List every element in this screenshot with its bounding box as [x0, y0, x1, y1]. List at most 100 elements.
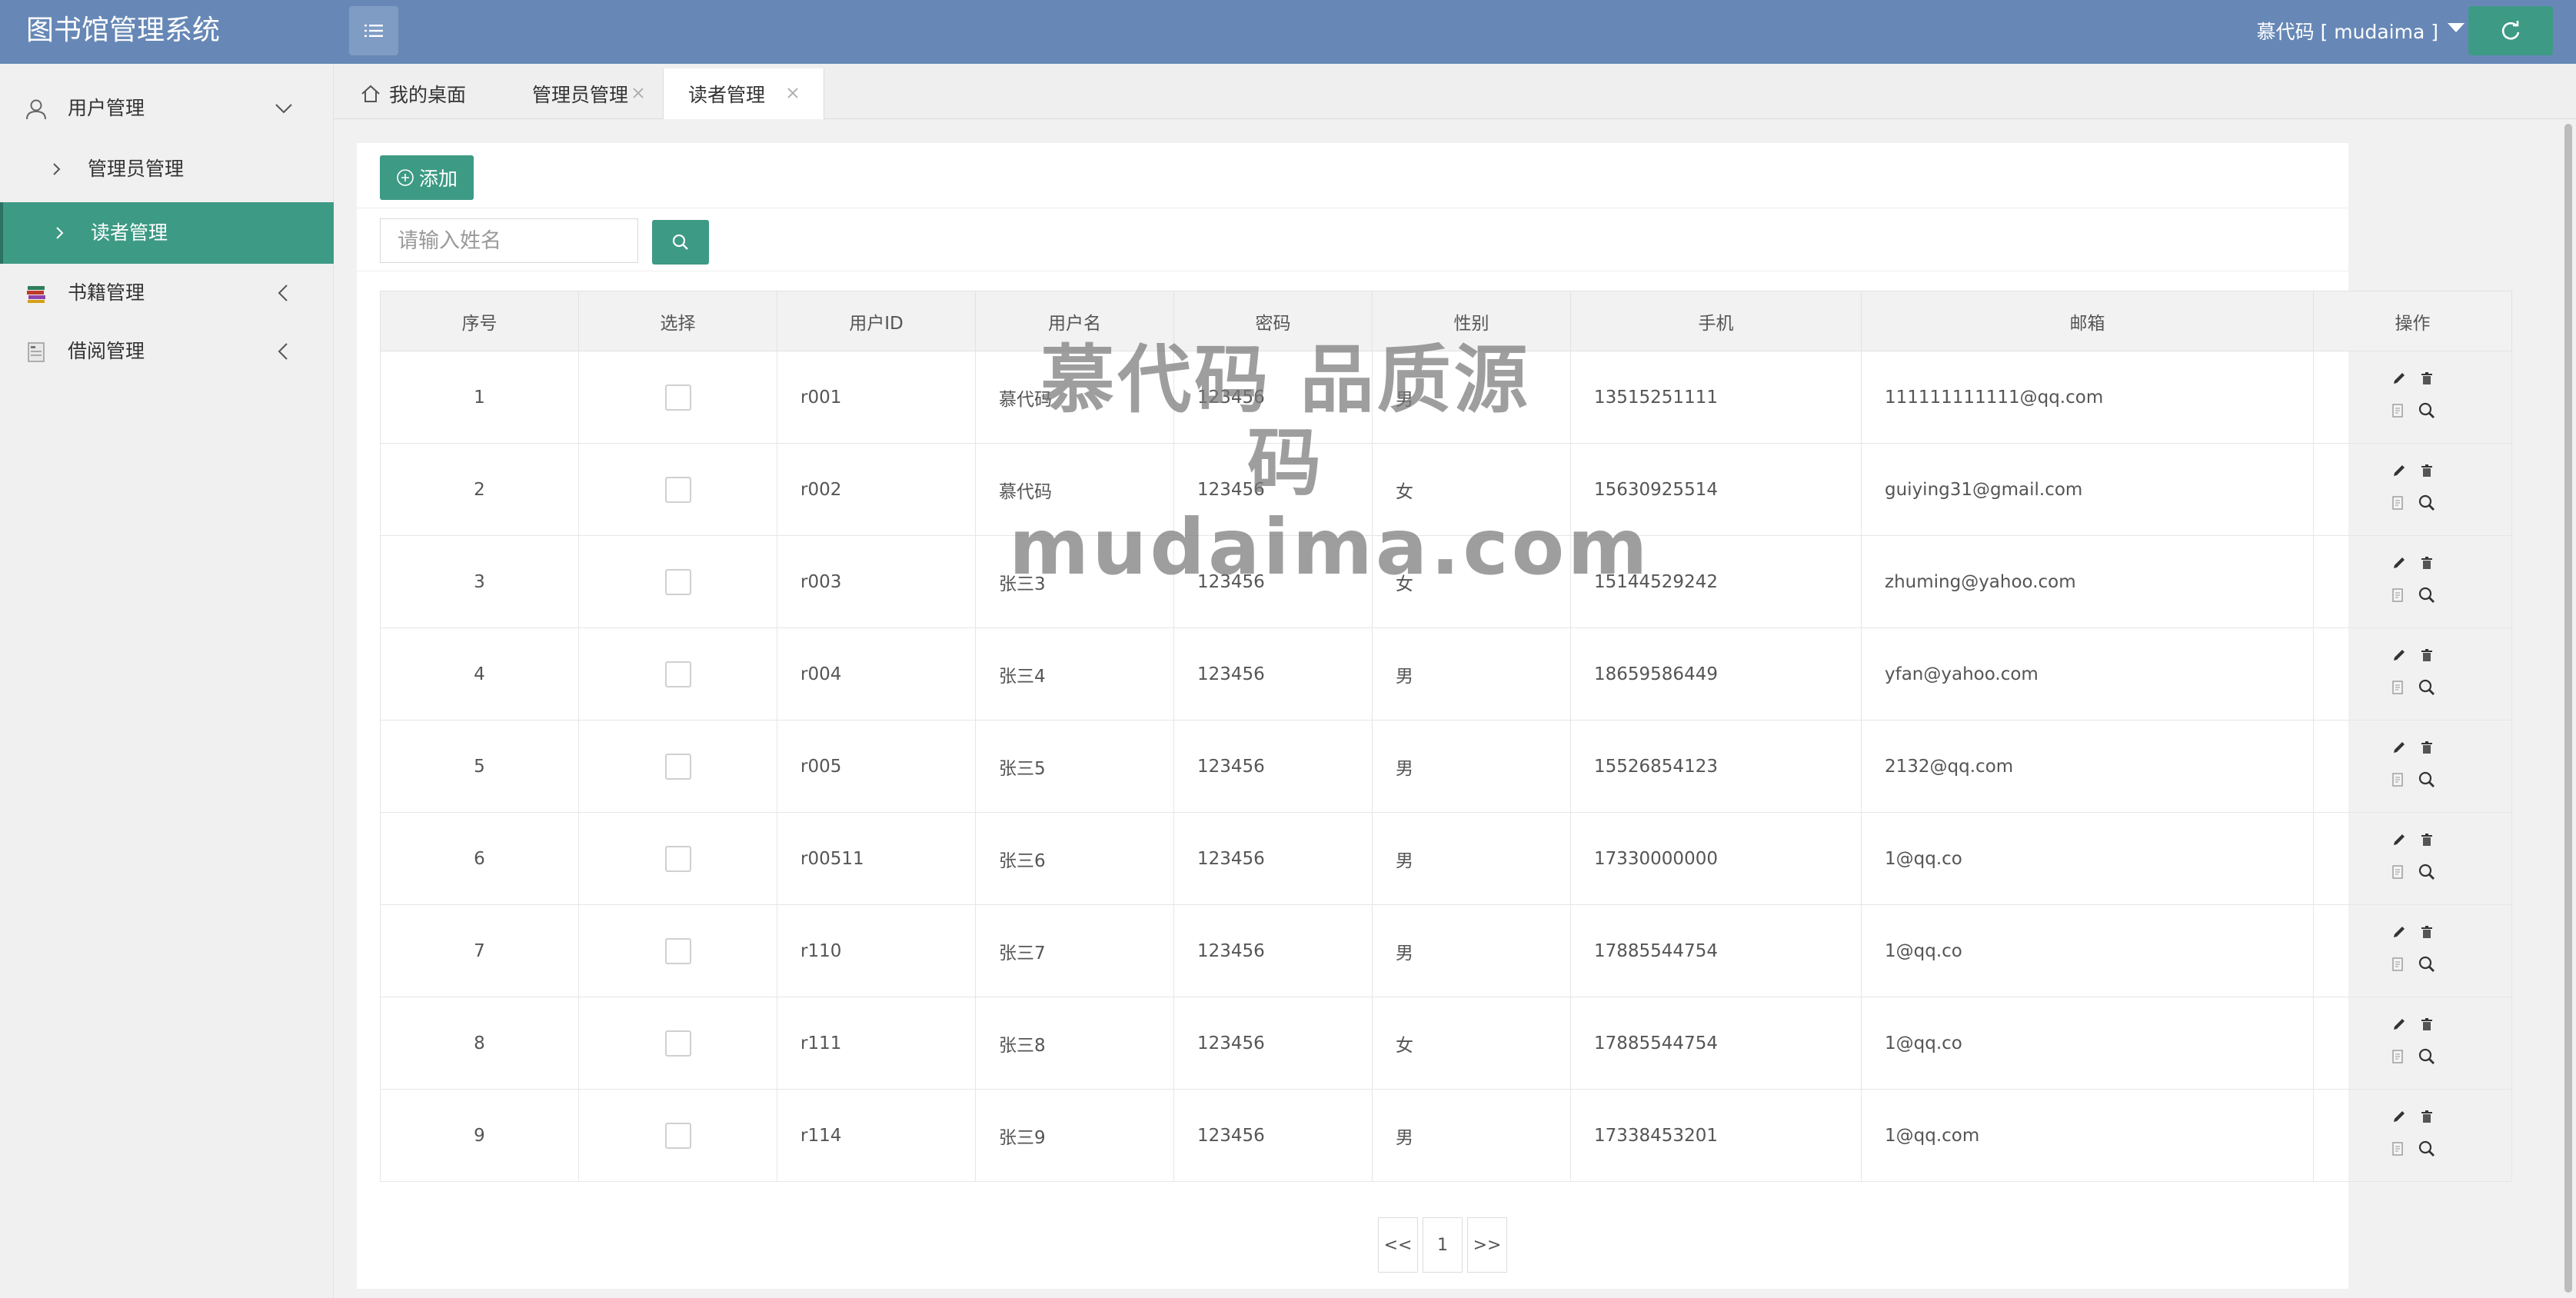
username-cell: 张三5 — [975, 720, 1174, 813]
user-id-cell: r114 — [777, 1089, 976, 1182]
search-button[interactable] — [652, 220, 709, 265]
add-button[interactable]: 添加 — [380, 155, 474, 200]
email-cell: 1@qq.com — [1861, 1089, 2314, 1182]
password-cell: 123456 — [1173, 535, 1373, 628]
refresh-icon — [2501, 21, 2520, 40]
row-checkbox[interactable] — [664, 568, 691, 595]
row-checkbox[interactable] — [664, 1030, 691, 1057]
table-row: 2 r002 慕代码 123456 女 15630925514 guiying31@gmai… — [380, 443, 2512, 536]
email-cell: 111111111111@qq.com — [1861, 351, 2314, 444]
edit-icon[interactable] — [2391, 1108, 2408, 1130]
row-checkbox[interactable] — [664, 845, 691, 872]
row-checkbox[interactable] — [664, 384, 691, 411]
tab-label: 读者管理 — [688, 84, 766, 106]
table-row: 3 r003 张三3 123456 女 15144529242 zhuming@yahoo.… — [380, 535, 2512, 628]
delete-icon[interactable] — [2418, 370, 2435, 391]
chevron-left-icon — [278, 343, 288, 360]
username-cell: 慕代码 — [975, 351, 1174, 444]
email-cell: 1@qq.co — [1861, 904, 2314, 997]
edit-icon[interactable] — [2391, 554, 2408, 576]
document-icon[interactable] — [2389, 771, 2406, 793]
menu-toggle-button[interactable] — [349, 6, 398, 55]
delete-icon[interactable] — [2418, 647, 2435, 668]
tab-my-desktop[interactable]: 我的桌面 — [357, 68, 503, 119]
close-icon[interactable] — [785, 85, 800, 101]
edit-icon[interactable] — [2391, 462, 2408, 484]
phone-cell: 17885544754 — [1570, 904, 1862, 997]
tab-label: 我的桌面 — [389, 84, 467, 106]
list-icon — [364, 25, 383, 37]
document-icon[interactable] — [2389, 1048, 2406, 1070]
delete-icon[interactable] — [2418, 1108, 2435, 1130]
phone-cell: 15630925514 — [1570, 443, 1862, 536]
select-cell — [578, 535, 777, 628]
select-cell — [578, 997, 777, 1090]
delete-icon[interactable] — [2418, 831, 2435, 853]
search-input[interactable] — [380, 218, 638, 263]
view-icon[interactable] — [2417, 401, 2437, 425]
document-icon[interactable] — [2389, 956, 2406, 977]
document-icon[interactable] — [2389, 494, 2406, 516]
edit-icon[interactable] — [2391, 647, 2408, 668]
delete-icon[interactable] — [2418, 924, 2435, 945]
view-icon[interactable] — [2417, 677, 2437, 702]
row-index: 8 — [380, 997, 579, 1090]
view-icon[interactable] — [2417, 770, 2437, 794]
row-checkbox[interactable] — [664, 753, 691, 780]
view-icon[interactable] — [2417, 493, 2437, 518]
document-icon[interactable] — [2389, 864, 2406, 885]
sidebar-group-user-management[interactable]: 用户管理 — [0, 79, 334, 138]
view-icon[interactable] — [2417, 585, 2437, 610]
row-checkbox[interactable] — [664, 661, 691, 687]
sidebar: 用户管理 管理员管理 读者管理 书籍管理 借阅管理 — [0, 64, 334, 1298]
select-cell — [578, 443, 777, 536]
tab-reader-management[interactable]: 读者管理 — [663, 68, 824, 119]
sidebar-item-admin-management[interactable]: 管理员管理 — [0, 138, 334, 200]
sidebar-item-reader-management[interactable]: 读者管理 — [0, 202, 334, 264]
phone-cell: 17338453201 — [1570, 1089, 1862, 1182]
edit-icon[interactable] — [2391, 831, 2408, 853]
row-index: 9 — [380, 1089, 579, 1182]
view-icon[interactable] — [2417, 954, 2437, 979]
username-cell: 张三7 — [975, 904, 1174, 997]
column-header: 序号 — [380, 291, 579, 351]
view-icon[interactable] — [2417, 862, 2437, 887]
prev-page-button[interactable]: << — [1378, 1217, 1418, 1273]
edit-icon[interactable] — [2391, 739, 2408, 760]
row-checkbox[interactable] — [664, 937, 691, 964]
edit-icon[interactable] — [2391, 370, 2408, 391]
chevron-left-icon — [278, 285, 288, 301]
row-checkbox[interactable] — [664, 476, 691, 503]
scroll-thumb[interactable] — [2564, 124, 2572, 1293]
page-number-button[interactable]: 1 — [1423, 1217, 1463, 1273]
username-cell: 张三3 — [975, 535, 1174, 628]
row-index: 3 — [380, 535, 579, 628]
user-menu[interactable]: 慕代码 [ mudaima ] — [2257, 0, 2465, 62]
document-icon[interactable] — [2389, 402, 2406, 424]
scrollbar[interactable] — [2561, 119, 2576, 1298]
edit-icon[interactable] — [2391, 924, 2408, 945]
view-icon[interactable] — [2417, 1047, 2437, 1071]
delete-icon[interactable] — [2418, 1016, 2435, 1037]
column-header: 选择 — [578, 291, 777, 351]
delete-icon[interactable] — [2418, 739, 2435, 760]
next-page-button[interactable]: >> — [1467, 1217, 1507, 1273]
delete-icon[interactable] — [2418, 462, 2435, 484]
refresh-button[interactable] — [2468, 6, 2553, 55]
delete-icon[interactable] — [2418, 554, 2435, 576]
document-icon[interactable] — [2389, 1140, 2406, 1162]
gender-cell: 男 — [1372, 720, 1571, 813]
select-cell — [578, 904, 777, 997]
tab-admin-management[interactable]: 管理员管理 — [504, 68, 658, 119]
edit-icon[interactable] — [2391, 1016, 2408, 1037]
close-icon[interactable] — [631, 85, 646, 101]
phone-cell: 17330000000 — [1570, 812, 1862, 905]
row-checkbox[interactable] — [664, 1122, 691, 1149]
view-icon[interactable] — [2417, 1139, 2437, 1163]
sidebar-group-book-management[interactable]: 书籍管理 — [0, 264, 334, 322]
email-cell: 2132@qq.com — [1861, 720, 2314, 813]
document-icon[interactable] — [2389, 587, 2406, 608]
sidebar-group-borrow-management[interactable]: 借阅管理 — [0, 322, 334, 381]
document-icon[interactable] — [2389, 679, 2406, 701]
sidebar-group-label: 借阅管理 — [68, 340, 145, 362]
